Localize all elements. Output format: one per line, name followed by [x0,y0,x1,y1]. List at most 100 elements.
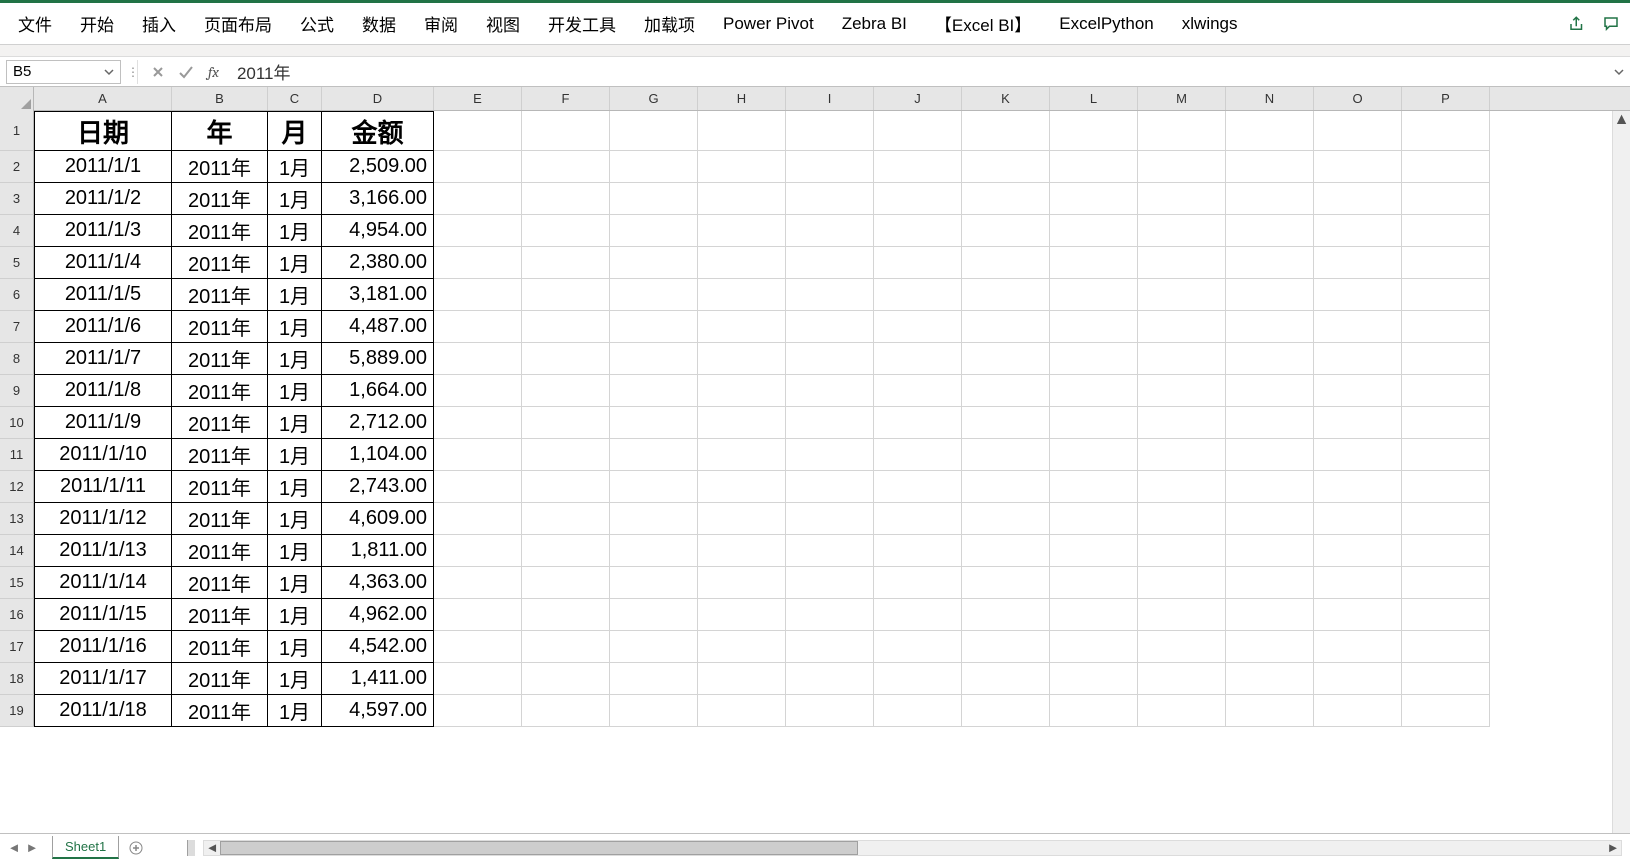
col-header-G[interactable]: G [610,87,698,110]
cell-empty[interactable] [610,343,698,375]
cell-month[interactable]: 1月 [268,631,322,663]
cell-empty[interactable] [1050,663,1138,695]
cell-empty[interactable] [434,111,522,151]
cell-year[interactable]: 2011年 [172,695,268,727]
cell-empty[interactable] [1226,471,1314,503]
cell-date[interactable]: 2011/1/5 [34,279,172,311]
cell-empty[interactable] [698,279,786,311]
col-header-F[interactable]: F [522,87,610,110]
col-header-I[interactable]: I [786,87,874,110]
cell-year[interactable]: 2011年 [172,215,268,247]
cell-empty[interactable] [1138,567,1226,599]
header-amount[interactable]: 金额 [322,111,434,151]
cell-empty[interactable] [1314,695,1402,727]
cell-amount[interactable]: 2,712.00 [322,407,434,439]
cell-empty[interactable] [962,151,1050,183]
cell-empty[interactable] [1402,471,1490,503]
cell-empty[interactable] [962,247,1050,279]
cell-empty[interactable] [962,631,1050,663]
cell-empty[interactable] [1050,535,1138,567]
cell-empty[interactable] [1138,311,1226,343]
cell-amount[interactable]: 1,411.00 [322,663,434,695]
cell-year[interactable]: 2011年 [172,375,268,407]
cell-empty[interactable] [698,599,786,631]
cell-empty[interactable] [1402,215,1490,247]
cell-empty[interactable] [1314,279,1402,311]
cell-empty[interactable] [610,567,698,599]
cell-empty[interactable] [874,343,962,375]
cell-empty[interactable] [1402,631,1490,663]
cell-empty[interactable] [1050,695,1138,727]
sheet-tab-active[interactable]: Sheet1 [52,836,119,859]
cell-empty[interactable] [962,375,1050,407]
formula-input[interactable] [227,62,1608,82]
cell-empty[interactable] [434,695,522,727]
cell-empty[interactable] [962,215,1050,247]
cell-year[interactable]: 2011年 [172,183,268,215]
cell-empty[interactable] [1314,311,1402,343]
cell-empty[interactable] [434,599,522,631]
cell-empty[interactable] [434,503,522,535]
formula-bar-resize-icon[interactable]: ⋮ [127,65,137,79]
cell-amount[interactable]: 4,609.00 [322,503,434,535]
cell-empty[interactable] [874,535,962,567]
cell-amount[interactable]: 2,380.00 [322,247,434,279]
cell-empty[interactable] [1402,247,1490,279]
cell-empty[interactable] [698,439,786,471]
cell-empty[interactable] [610,279,698,311]
grid-body[interactable]: 1 日期 年 月 金额 2 2011/1/1 2011年 1月 2,509.00… [0,111,1630,833]
cell-empty[interactable] [786,663,874,695]
cell-empty[interactable] [434,279,522,311]
cell-month[interactable]: 1月 [268,247,322,279]
cell-empty[interactable] [698,311,786,343]
cell-date[interactable]: 2011/1/12 [34,503,172,535]
row-header-4[interactable]: 4 [0,215,34,247]
cell-year[interactable]: 2011年 [172,279,268,311]
cell-empty[interactable] [698,535,786,567]
cell-empty[interactable] [434,407,522,439]
fx-label[interactable]: fx [200,63,227,81]
cell-empty[interactable] [1050,407,1138,439]
cell-empty[interactable] [874,151,962,183]
cell-empty[interactable] [1314,471,1402,503]
cell-empty[interactable] [962,663,1050,695]
cell-empty[interactable] [610,695,698,727]
row-header-13[interactable]: 13 [0,503,34,535]
cell-month[interactable]: 1月 [268,535,322,567]
cell-date[interactable]: 2011/1/9 [34,407,172,439]
cell-empty[interactable] [1314,247,1402,279]
cell-empty[interactable] [522,663,610,695]
cell-empty[interactable] [1402,599,1490,631]
cell-empty[interactable] [522,631,610,663]
cell-empty[interactable] [1226,151,1314,183]
cell-empty[interactable] [1402,343,1490,375]
cancel-formula-icon[interactable] [144,60,172,84]
cell-amount[interactable]: 1,104.00 [322,439,434,471]
cell-empty[interactable] [786,279,874,311]
cell-year[interactable]: 2011年 [172,535,268,567]
cell-empty[interactable] [1050,183,1138,215]
cell-month[interactable]: 1月 [268,375,322,407]
row-header-1[interactable]: 1 [0,111,34,151]
scroll-right-icon[interactable]: ► [1605,841,1621,855]
cell-date[interactable]: 2011/1/1 [34,151,172,183]
cell-amount[interactable]: 4,487.00 [322,311,434,343]
cell-empty[interactable] [698,247,786,279]
cell-month[interactable]: 1月 [268,311,322,343]
col-header-C[interactable]: C [268,87,322,110]
cell-empty[interactable] [874,439,962,471]
cell-empty[interactable] [1402,439,1490,471]
cell-empty[interactable] [1402,663,1490,695]
cell-empty[interactable] [1402,407,1490,439]
horizontal-scroll-thumb[interactable] [220,841,858,855]
cell-empty[interactable] [874,183,962,215]
cell-month[interactable]: 1月 [268,503,322,535]
tab-excelbi[interactable]: 【Excel BI】 [921,3,1045,44]
cell-amount[interactable]: 4,542.00 [322,631,434,663]
cell-empty[interactable] [610,375,698,407]
cell-empty[interactable] [874,215,962,247]
cell-empty[interactable] [1226,567,1314,599]
tab-xlwings[interactable]: xlwings [1168,3,1252,44]
cell-empty[interactable] [786,471,874,503]
cell-year[interactable]: 2011年 [172,407,268,439]
